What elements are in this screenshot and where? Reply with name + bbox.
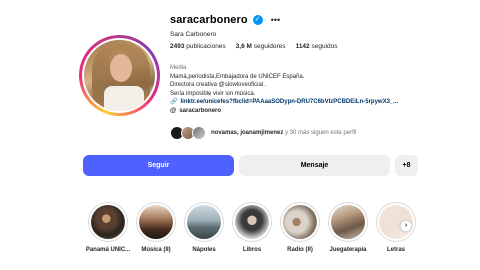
highlight-item[interactable]: Música (II) bbox=[136, 202, 176, 253]
highlight-cover bbox=[235, 205, 269, 239]
followed-by-rest: y 30 más siguen este perfil bbox=[283, 130, 357, 136]
followers-stat[interactable]: 3,6 M seguidores bbox=[236, 43, 286, 50]
posts-stat: 2493 publicaciones bbox=[170, 43, 226, 50]
highlight-item[interactable]: Panamá UNIC... bbox=[85, 202, 131, 253]
follower-avatar bbox=[192, 126, 206, 140]
highlight-label: Panamá UNIC... bbox=[85, 247, 131, 253]
highlight-item[interactable]: Radio (II) bbox=[280, 202, 320, 253]
more-options-icon[interactable]: ••• bbox=[271, 15, 280, 25]
profile-avatar-ring[interactable] bbox=[79, 35, 160, 116]
highlight-cover bbox=[91, 205, 125, 239]
threads-link[interactable]: @ saracarbonero bbox=[170, 107, 470, 116]
add-user-icon[interactable]: +8 bbox=[395, 155, 418, 176]
highlight-label: Nápoles bbox=[192, 247, 216, 253]
message-button[interactable]: Mensaje bbox=[239, 155, 390, 176]
highlight-item[interactable]: Juegaterapia bbox=[328, 202, 368, 253]
followed-by-names: novamas, joanamjimenez bbox=[211, 130, 284, 136]
highlight-cover bbox=[283, 205, 317, 239]
highlight-label: Letras bbox=[386, 247, 405, 253]
bio-link[interactable]: 🔗 linktr.ee/unicefes?fbclid=PAAaaSODypn-… bbox=[170, 98, 470, 107]
following-stat[interactable]: 1142 seguidos bbox=[296, 43, 338, 50]
bio-category: Media bbox=[170, 65, 187, 71]
highlight-cover bbox=[139, 205, 173, 239]
threads-icon: @ bbox=[170, 106, 177, 114]
profile-actions: Seguir Mensaje +8 bbox=[83, 155, 418, 176]
bio-line-2: Directora creativa @slowloveoficial . bbox=[170, 82, 267, 88]
bio-line-1: Mamá,periodista,Embajadora de UNICEF Esp… bbox=[170, 73, 305, 80]
username: saracarbonero bbox=[170, 14, 248, 26]
chevron-right-icon[interactable]: › bbox=[400, 220, 412, 232]
highlight-item[interactable]: Libros bbox=[232, 202, 272, 253]
highlight-label: Juegaterapia bbox=[329, 247, 367, 253]
highlight-label: Libros bbox=[242, 247, 262, 253]
profile-stats: 2493 publicaciones 3,6 M seguidores 1142… bbox=[170, 43, 338, 50]
highlight-cover bbox=[187, 205, 221, 239]
link-icon: 🔗 bbox=[170, 99, 178, 105]
profile-avatar bbox=[84, 40, 155, 111]
bio-line-3: Sería imposible vivir sin música. bbox=[170, 90, 256, 97]
story-highlights: Panamá UNIC... Música (II) Nápoles Libro… bbox=[85, 202, 416, 253]
follow-button[interactable]: Seguir bbox=[83, 155, 234, 176]
highlight-label: Música (II) bbox=[141, 247, 171, 253]
highlight-item[interactable]: Nápoles bbox=[184, 202, 224, 253]
profile-header: saracarbonero ✓ ••• Sara Carbonero bbox=[170, 12, 470, 38]
verified-check-icon: ✓ bbox=[252, 15, 263, 25]
full-name: Sara Carbonero bbox=[170, 31, 217, 38]
highlight-label: Radio (II) bbox=[287, 247, 313, 253]
highlight-cover bbox=[331, 205, 365, 239]
profile-bio: Media Mamá,periodista,Embajadora de UNIC… bbox=[170, 64, 470, 115]
followed-by[interactable]: novamas, joanamjimenez y 30 más siguen e… bbox=[170, 126, 356, 140]
